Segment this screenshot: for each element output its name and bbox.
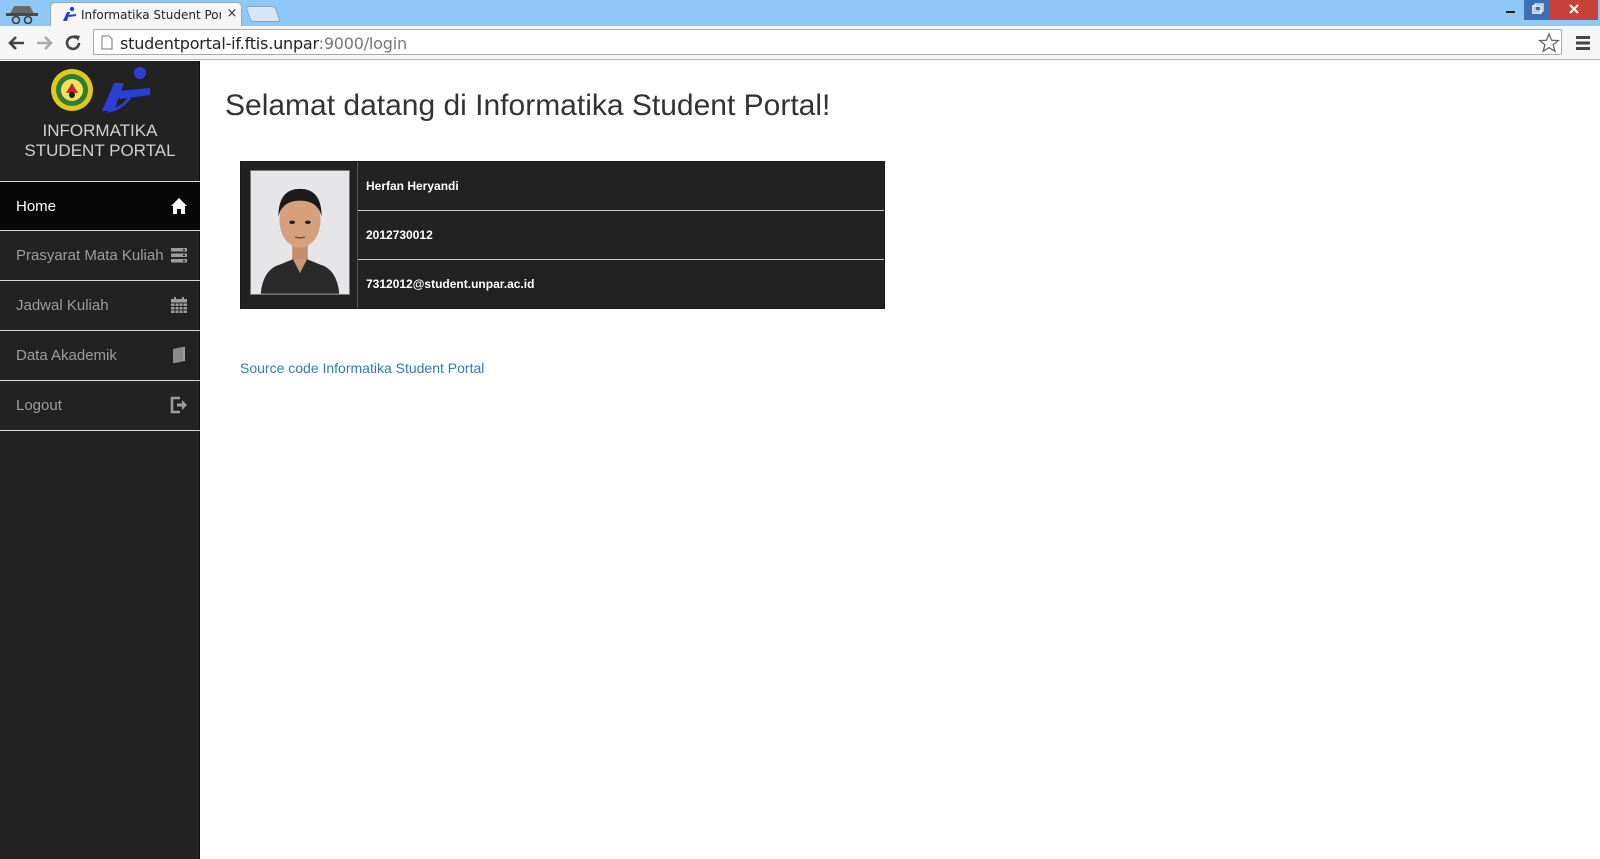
photo-cell [241, 162, 358, 308]
sidebar-item-label: Data Akademik [16, 347, 117, 364]
sidebar-item-label: Logout [16, 397, 62, 414]
student-name: Herfan Heryandi [366, 179, 459, 193]
student-npm: 2012730012 [366, 228, 433, 242]
sidebar-item-data-akademik[interactable]: Data Akademik [0, 331, 200, 381]
browser-toolbar: studentportal-if.ftis.unpar:9000/login [0, 26, 1600, 60]
student-email: 7312012@student.unpar.ac.id [366, 277, 535, 291]
logout-icon [170, 396, 187, 414]
brand-title: INFORMATIKA STUDENT PORTAL [0, 121, 200, 161]
university-logo [51, 67, 150, 113]
sidebar-item-label: Prasyarat Mata Kuliah [16, 247, 164, 264]
page-icon [101, 35, 113, 50]
url-text: studentportal-if.ftis.unpar:9000/login [120, 34, 407, 53]
portal-favicon [63, 6, 76, 21]
student-name-row: Herfan Heryandi [358, 162, 884, 211]
reload-icon[interactable] [62, 32, 84, 54]
sidebar-item-logout[interactable]: Logout [0, 381, 200, 431]
page-title: Selamat datang di Informatika Student Po… [225, 89, 831, 122]
close-window-icon[interactable] [1550, 0, 1598, 20]
incognito-icon [6, 6, 38, 24]
home-icon [171, 198, 187, 214]
main-content: Selamat datang di Informatika Student Po… [200, 61, 1600, 859]
brand-line-1: INFORMATIKA [42, 121, 158, 140]
tab-title: Informatika Student Portal [81, 8, 221, 22]
browser-tab[interactable]: Informatika Student Portal × [50, 2, 242, 26]
sidebar-item-label: Home [16, 198, 57, 215]
source-code-link[interactable]: Source code Informatika Student Portal [240, 360, 484, 376]
student-email-row: 7312012@student.unpar.ac.id [358, 260, 884, 309]
sidebar-item-prasyarat[interactable]: Prasyarat Mata Kuliah [0, 231, 200, 281]
address-bar[interactable]: studentportal-if.ftis.unpar:9000/login [93, 29, 1562, 55]
book-icon [173, 347, 185, 363]
student-npm-row: 2012730012 [358, 211, 884, 260]
student-photo [250, 170, 350, 295]
sidebar-item-jadwal[interactable]: Jadwal Kuliah [0, 281, 200, 331]
back-arrow-icon[interactable] [6, 32, 28, 54]
sidebar-item-label: Jadwal Kuliah [16, 297, 109, 314]
sidebar: INFORMATIKA STUDENT PORTAL Home Prasyara… [0, 61, 200, 859]
brand-line-2: STUDENT PORTAL [24, 141, 176, 160]
forward-arrow-icon[interactable] [33, 32, 55, 54]
browser-titlebar: Informatika Student Portal × [0, 0, 1600, 26]
sidebar-nav: Home Prasyarat Mata Kuliah Jadwal Kuliah [0, 181, 200, 431]
calendar-icon [171, 297, 187, 313]
list-icon [171, 248, 187, 263]
restore-icon[interactable] [1524, 0, 1550, 20]
browser-menu-icon[interactable] [1575, 34, 1591, 52]
bookmark-star-icon[interactable] [1538, 32, 1560, 54]
tab-close-icon[interactable]: × [225, 6, 239, 22]
student-profile-card: Herfan Heryandi 2012730012 7312012@stude… [240, 161, 885, 309]
minimize-icon[interactable] [1498, 0, 1524, 20]
new-tab-button[interactable] [245, 6, 281, 22]
sidebar-item-home[interactable]: Home [0, 181, 200, 231]
